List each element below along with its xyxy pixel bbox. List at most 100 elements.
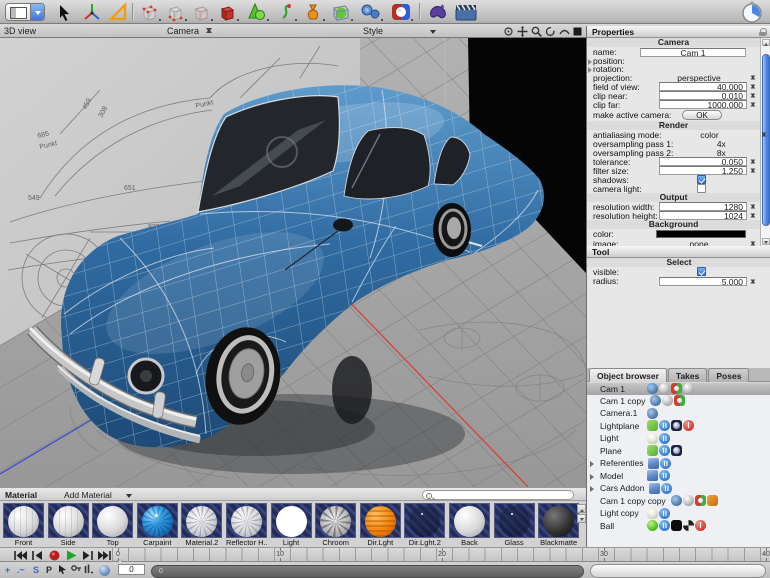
- stepper[interactable]: [750, 101, 756, 108]
- scroll-down-arrow[interactable]: [577, 514, 586, 523]
- object-row[interactable]: Light: [587, 432, 770, 445]
- record-button[interactable]: [46, 550, 62, 561]
- range-slider[interactable]: 0: [151, 565, 584, 578]
- stepper[interactable]: [750, 92, 756, 99]
- orbit-icon[interactable]: [545, 26, 557, 36]
- tab-takes[interactable]: Takes: [668, 368, 707, 382]
- filter-size-field[interactable]: 1.250: [659, 166, 747, 175]
- object-row[interactable]: Ball: [587, 520, 770, 533]
- object-row[interactable]: Cam 1 copy: [587, 395, 770, 408]
- stepper[interactable]: [750, 212, 756, 219]
- object-row[interactable]: Cam 1 copy copy: [587, 495, 770, 508]
- object-row[interactable]: Lightplane: [587, 420, 770, 433]
- object-row-group[interactable]: Referenties: [587, 457, 770, 470]
- material-item[interactable]: Glass: [494, 503, 535, 548]
- box-mode-ghost-icon[interactable]: [189, 2, 213, 22]
- timer-clock-icon[interactable]: [740, 2, 764, 22]
- object-row-group[interactable]: Cars Addon: [587, 482, 770, 495]
- lock-icon[interactable]: [759, 28, 766, 36]
- object-row[interactable]: Plane: [587, 445, 770, 458]
- material-item[interactable]: Chroom: [315, 503, 356, 548]
- 3d-viewport[interactable]: 685 549 459 308 828 651 Punkt Punkt: [0, 38, 586, 487]
- point-curve-icon[interactable]: .~: [17, 564, 25, 576]
- select-arrow-tool[interactable]: [52, 2, 76, 22]
- stepper[interactable]: [750, 167, 756, 174]
- material-item[interactable]: Reflector H...: [226, 503, 267, 548]
- resolution-width-field[interactable]: 1280: [659, 202, 747, 211]
- object-row-group[interactable]: Model: [587, 470, 770, 483]
- stepper[interactable]: [750, 277, 756, 284]
- lathe-vase-tool[interactable]: [301, 2, 325, 22]
- primitive-cone-tool[interactable]: [245, 2, 269, 22]
- target-icon[interactable]: [503, 26, 515, 36]
- object-row[interactable]: Light copy: [587, 507, 770, 520]
- camera-light-checkbox[interactable]: [697, 184, 706, 193]
- stepper[interactable]: [750, 203, 756, 210]
- add-material-button[interactable]: Add Material: [64, 490, 112, 500]
- material-scrollbar[interactable]: [577, 504, 586, 534]
- material-item[interactable]: Front: [3, 503, 44, 548]
- box-mode-solid-icon[interactable]: [215, 2, 239, 22]
- box-mode-ghost-icon[interactable]: [137, 2, 161, 22]
- tolerance-field[interactable]: 0.050: [659, 157, 747, 166]
- fov-field[interactable]: 40.000: [659, 82, 747, 91]
- shadows-checkbox[interactable]: [697, 175, 706, 184]
- material-item[interactable]: Light: [271, 503, 312, 548]
- add-icon[interactable]: +: [5, 564, 10, 576]
- material-item[interactable]: Dir.Lght: [360, 503, 401, 548]
- frame-number-field[interactable]: 0: [118, 564, 145, 575]
- stepper[interactable]: [750, 83, 756, 90]
- step-forward-button[interactable]: [80, 550, 96, 561]
- chevron-down-icon[interactable]: [126, 494, 132, 501]
- clapperboard-tool[interactable]: [454, 2, 478, 22]
- ok-button[interactable]: OK: [682, 110, 722, 120]
- tab-object-browser[interactable]: Object browser: [589, 368, 667, 382]
- maximize-icon[interactable]: [572, 26, 584, 36]
- material-item[interactable]: Top: [92, 503, 133, 548]
- zoom-icon[interactable]: [531, 26, 543, 36]
- radius-field[interactable]: 5.000: [659, 277, 747, 286]
- tab-poses[interactable]: Poses: [708, 368, 749, 382]
- material-item[interactable]: Side: [48, 503, 89, 548]
- stepper[interactable]: [750, 74, 756, 81]
- object-row[interactable]: Camera.1: [587, 407, 770, 420]
- material-item[interactable]: Material.2: [181, 503, 222, 548]
- play-button[interactable]: [63, 550, 79, 561]
- material-item[interactable]: Back: [449, 503, 490, 548]
- spline-curve-icon[interactable]: S: [33, 564, 39, 576]
- timeline-ruler[interactable]: 0 10 20 30 40: [112, 548, 770, 561]
- key-icon[interactable]: [71, 564, 81, 576]
- projection-value[interactable]: perspective: [651, 73, 747, 83]
- object-list-scrollbar[interactable]: [590, 564, 766, 578]
- stepper[interactable]: [760, 131, 766, 138]
- camera-rig-tool[interactable]: [359, 2, 383, 22]
- oversampling2-value[interactable]: 8x: [673, 148, 769, 158]
- cursor-arrow-icon[interactable]: [58, 564, 68, 576]
- resolution-height-field[interactable]: 1024: [659, 211, 747, 220]
- clip-far-field[interactable]: 1000.000: [659, 100, 747, 109]
- bars-icon[interactable]: [84, 564, 94, 576]
- scroll-up-arrow[interactable]: [762, 39, 770, 46]
- go-end-button[interactable]: [96, 550, 112, 561]
- scroll-up-arrow[interactable]: [577, 504, 586, 513]
- material-item[interactable]: Carpaint: [137, 503, 178, 548]
- camera-menu[interactable]: Camera: [167, 26, 199, 36]
- chevron-down-icon[interactable]: [430, 30, 436, 37]
- move-axes-tool[interactable]: [80, 2, 104, 22]
- style-menu[interactable]: Style: [363, 26, 383, 36]
- background-color-swatch[interactable]: [656, 230, 746, 238]
- character-tool[interactable]: [426, 2, 450, 22]
- arc-icon[interactable]: [559, 26, 571, 36]
- pan-move-icon[interactable]: [517, 26, 529, 36]
- scroll-down-arrow[interactable]: [762, 238, 770, 245]
- world-icon[interactable]: [99, 565, 110, 576]
- spline-tool[interactable]: [273, 2, 297, 22]
- visible-checkbox[interactable]: [697, 267, 706, 276]
- parameter-icon[interactable]: P: [46, 564, 52, 576]
- box-mode-ghost-icon[interactable]: [163, 2, 187, 22]
- material-search-input[interactable]: [422, 490, 574, 500]
- set-square-tool[interactable]: [106, 2, 130, 22]
- go-start-button[interactable]: [12, 550, 28, 561]
- material-item[interactable]: Blackmatte: [538, 503, 579, 548]
- camera-menu-stepper[interactable]: [205, 26, 212, 35]
